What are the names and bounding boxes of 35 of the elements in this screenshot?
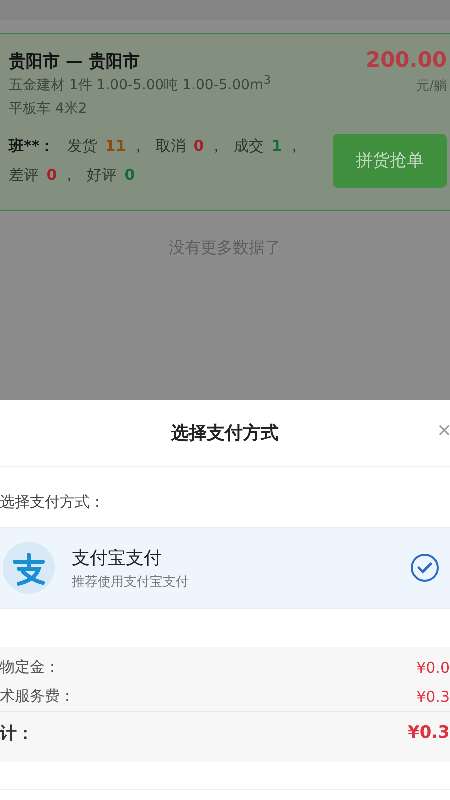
close-button[interactable]: × xyxy=(436,420,450,441)
option-hint: 推荐使用支付宝支付 xyxy=(72,574,190,590)
check-icon xyxy=(410,553,440,583)
payment-option[interactable]: 支付宝支付 推荐使用支付宝支付 xyxy=(0,527,450,609)
stat-value: 0 xyxy=(46,166,58,184)
option-name: 支付宝支付 xyxy=(72,546,163,570)
stat-label: 好评 xyxy=(87,166,117,184)
stat-value: 0 xyxy=(124,166,136,184)
stat-label: 发货 xyxy=(67,136,98,155)
cargo-info: 五金建材 1件 1.00-5.00吨 1.00-5.00m$^{3}$ xyxy=(9,73,272,95)
vehicle-info: 平板车 4米2 xyxy=(9,100,88,118)
comma: ， xyxy=(130,136,146,155)
comma: ， xyxy=(62,166,77,184)
fee-amount: ¥0.0 xyxy=(416,658,450,676)
route-title: 贵阳市 — 贵阳市 xyxy=(9,51,140,73)
fee-amount: ¥0.3 xyxy=(416,688,450,706)
stat-label: 成交 xyxy=(234,136,264,155)
sheet-title: 选择支付方式 xyxy=(171,422,279,445)
comma: ， xyxy=(286,136,302,155)
stat-value: 11 xyxy=(105,136,126,155)
comma: ， xyxy=(208,136,224,155)
order-card[interactable]: 贵阳市 — 贵阳市 200.00 五金建材 1件 1.00-5.00吨 1.00-5.00m$^{3}$ 元/躺 平板车 4米2 班**： 发货 11 ， 取消 0 ， 成交 1 ， 差评 0 ， 好评 0 拼货抢单 xyxy=(0,33,450,211)
fee-label: 物定金： xyxy=(0,658,60,677)
stat-label: 取消 xyxy=(156,136,186,155)
alipay-logo-icon xyxy=(3,542,55,594)
total-label: 计： xyxy=(0,722,34,744)
price: 200.00 xyxy=(366,48,447,72)
prompt-text: 选择支付方式： xyxy=(0,492,106,513)
fee-label: 术服务费： xyxy=(0,687,75,706)
shipper-name: 班**： xyxy=(9,136,55,155)
stat-value: 0 xyxy=(194,136,204,155)
stat-label: 差评 xyxy=(9,166,39,184)
stat-value: 1 xyxy=(272,136,282,155)
total-amount: ¥0.3 xyxy=(408,723,450,743)
price-unit: 元/躺 xyxy=(416,78,447,95)
